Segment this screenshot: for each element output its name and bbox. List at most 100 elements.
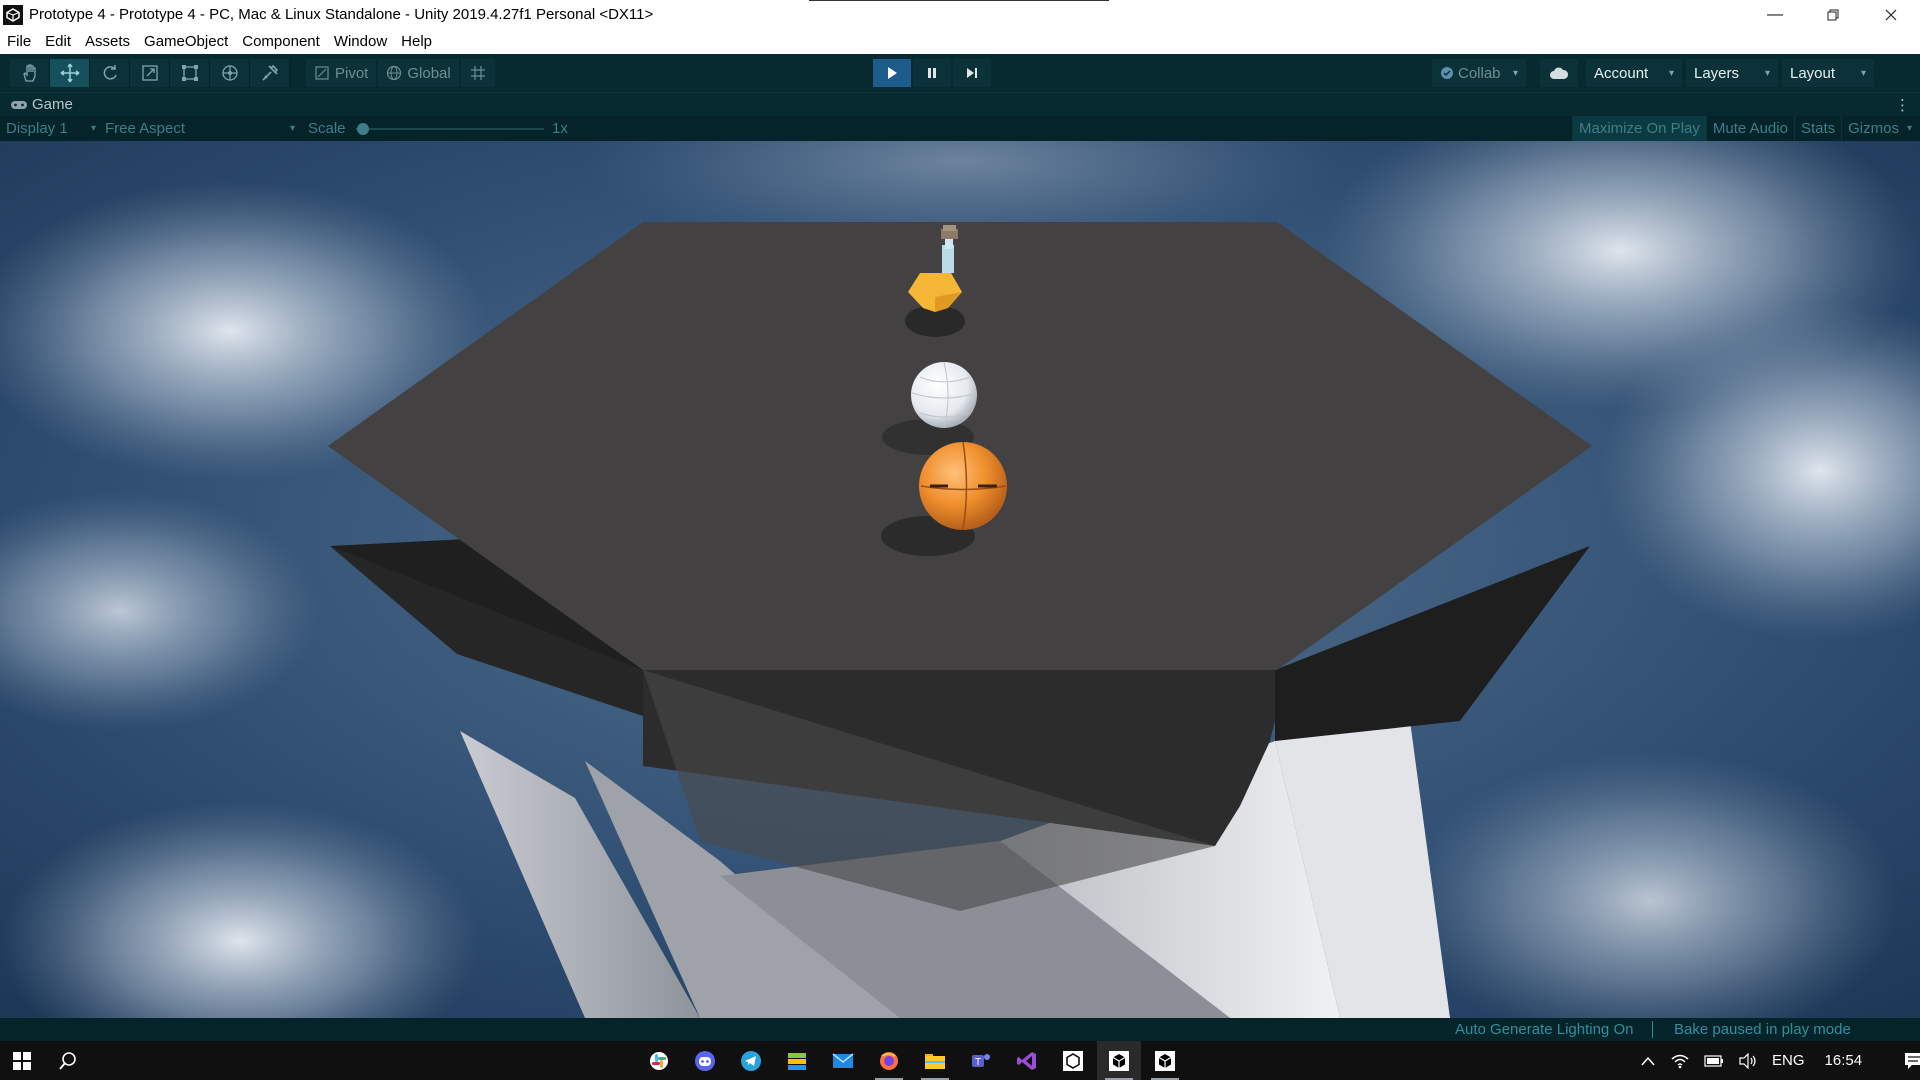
chevron-down-icon: ▾ bbox=[1668, 67, 1674, 79]
taskbar-teams[interactable]: T bbox=[959, 1041, 1003, 1080]
enemy-ball bbox=[911, 361, 978, 429]
display-dropdown[interactable]: Display 1 ▾ bbox=[6, 116, 96, 141]
move-tool-icon bbox=[60, 63, 79, 83]
custom-tool-icon bbox=[261, 64, 278, 81]
step-button[interactable] bbox=[953, 59, 991, 87]
menu-window[interactable]: Window bbox=[327, 33, 394, 50]
kebab-menu-icon[interactable]: ⋮ bbox=[1895, 96, 1910, 114]
telegram-icon bbox=[741, 1050, 761, 1071]
restore-button[interactable] bbox=[1804, 0, 1862, 29]
search-button[interactable] bbox=[46, 1041, 90, 1080]
lighting-status[interactable]: Auto Generate Lighting On bbox=[1455, 1018, 1633, 1041]
taskbar-bluestacks[interactable] bbox=[775, 1041, 819, 1080]
grid-snap-toggle[interactable] bbox=[460, 59, 495, 87]
cloud-icon bbox=[1550, 67, 1569, 79]
minimize-icon: — bbox=[1767, 5, 1783, 23]
status-bar: Auto Generate Lighting On Bake paused in… bbox=[0, 1018, 1920, 1041]
collab-check-icon bbox=[1441, 67, 1453, 79]
slack-icon bbox=[650, 1051, 668, 1070]
rect-tool-button[interactable] bbox=[170, 59, 210, 87]
taskbar-slack[interactable] bbox=[637, 1041, 681, 1080]
chevron-down-icon[interactable]: ▾ bbox=[1905, 116, 1920, 141]
rotate-tool-button[interactable] bbox=[90, 59, 130, 87]
chevron-down-icon: ▾ bbox=[1512, 67, 1518, 79]
custom-tool-button[interactable] bbox=[250, 59, 290, 87]
window-title: Prototype 4 - Prototype 4 - PC, Mac & Li… bbox=[29, 6, 654, 23]
volume-icon[interactable] bbox=[1738, 1052, 1758, 1069]
gizmos-toggle[interactable]: Gizmos bbox=[1841, 116, 1905, 141]
chevron-down-icon: ▾ bbox=[90, 123, 96, 134]
rect-tool-icon bbox=[181, 65, 198, 81]
menu-file[interactable]: File bbox=[0, 33, 38, 50]
grid-icon bbox=[470, 66, 485, 80]
hand-tool-button[interactable] bbox=[10, 59, 50, 87]
close-icon bbox=[1885, 9, 1897, 20]
notification-icon[interactable] bbox=[1904, 1052, 1920, 1070]
gamepad-icon bbox=[11, 100, 27, 109]
system-tray: ENG 16:54 bbox=[1640, 1041, 1920, 1080]
layers-dropdown[interactable]: Layers ▾ bbox=[1686, 59, 1778, 87]
cloud-button[interactable] bbox=[1540, 59, 1578, 87]
chevron-up-icon[interactable] bbox=[1640, 1056, 1656, 1066]
close-button[interactable] bbox=[1862, 0, 1920, 29]
scale-slider-thumb[interactable] bbox=[357, 122, 369, 135]
handle-tools: Pivot Global bbox=[306, 59, 497, 87]
hand-tool-icon bbox=[22, 64, 36, 82]
menu-help[interactable]: Help bbox=[394, 33, 439, 50]
pause-icon bbox=[928, 68, 936, 78]
taskbar-visual-studio[interactable] bbox=[1005, 1041, 1049, 1080]
aspect-dropdown[interactable]: Free Aspect ▾ bbox=[105, 116, 295, 141]
battery-icon[interactable] bbox=[1704, 1054, 1724, 1067]
bake-status: Bake paused in play mode bbox=[1674, 1021, 1851, 1038]
layout-label: Layout bbox=[1790, 64, 1836, 82]
stats-toggle[interactable]: Stats bbox=[1793, 116, 1841, 141]
chevron-down-icon: ▾ bbox=[1860, 67, 1866, 79]
taskbar-telegram[interactable] bbox=[729, 1041, 773, 1080]
discord-icon bbox=[695, 1050, 715, 1071]
language-indicator[interactable]: ENG bbox=[1772, 1052, 1805, 1069]
start-button[interactable] bbox=[0, 1041, 44, 1080]
transform-tool-button[interactable] bbox=[210, 59, 250, 87]
mail-icon bbox=[832, 1052, 854, 1068]
scale-slider-track bbox=[356, 122, 544, 135]
teams-icon: T bbox=[972, 1053, 990, 1068]
taskbar-unity-editor-active[interactable] bbox=[1097, 1041, 1141, 1080]
clock[interactable]: 16:54 bbox=[1825, 1052, 1863, 1069]
account-dropdown[interactable]: Account ▾ bbox=[1586, 59, 1682, 87]
playmode-controls bbox=[873, 59, 993, 87]
taskbar-unity-hub[interactable] bbox=[1051, 1041, 1095, 1080]
bluestacks-icon bbox=[788, 1052, 806, 1070]
menu-assets[interactable]: Assets bbox=[78, 33, 137, 50]
layers-label: Layers bbox=[1694, 64, 1740, 82]
taskbar-mail[interactable] bbox=[821, 1041, 865, 1080]
tab-game[interactable]: Game bbox=[0, 96, 73, 113]
unity-hub-icon bbox=[1063, 1050, 1083, 1071]
game-tab-bar: Game ⋮ bbox=[0, 92, 1920, 116]
main-toolbar: Pivot Global Collab ▾ Account ▾ Layers ▾… bbox=[0, 54, 1920, 92]
menu-edit[interactable]: Edit bbox=[38, 33, 78, 50]
global-label: Global bbox=[407, 64, 451, 82]
play-icon bbox=[888, 67, 897, 79]
taskbar-firefox[interactable] bbox=[867, 1041, 911, 1080]
rotate-tool-icon bbox=[103, 65, 117, 80]
collab-dropdown[interactable]: Collab ▾ bbox=[1432, 59, 1526, 87]
layout-dropdown[interactable]: Layout ▾ bbox=[1782, 59, 1874, 87]
taskbar-unity-editor[interactable] bbox=[1143, 1041, 1187, 1080]
step-icon bbox=[967, 68, 977, 78]
pause-button[interactable] bbox=[913, 59, 951, 87]
menu-component[interactable]: Component bbox=[235, 33, 327, 50]
mute-audio-toggle[interactable]: Mute Audio bbox=[1705, 116, 1794, 141]
menu-gameobject[interactable]: GameObject bbox=[137, 33, 235, 50]
global-toggle[interactable]: Global bbox=[378, 59, 459, 87]
scale-slider[interactable] bbox=[356, 116, 544, 141]
taskbar-file-explorer[interactable] bbox=[913, 1041, 957, 1080]
minimize-button[interactable]: — bbox=[1746, 0, 1804, 29]
maximize-on-play-toggle[interactable]: Maximize On Play bbox=[1572, 116, 1706, 141]
play-button[interactable] bbox=[873, 59, 911, 87]
wifi-icon[interactable] bbox=[1670, 1053, 1690, 1069]
taskbar-discord[interactable] bbox=[683, 1041, 727, 1080]
scale-tool-button[interactable] bbox=[130, 59, 170, 87]
game-viewport[interactable] bbox=[0, 141, 1920, 1018]
move-tool-button[interactable] bbox=[50, 59, 90, 87]
pivot-toggle[interactable]: Pivot bbox=[306, 59, 377, 87]
